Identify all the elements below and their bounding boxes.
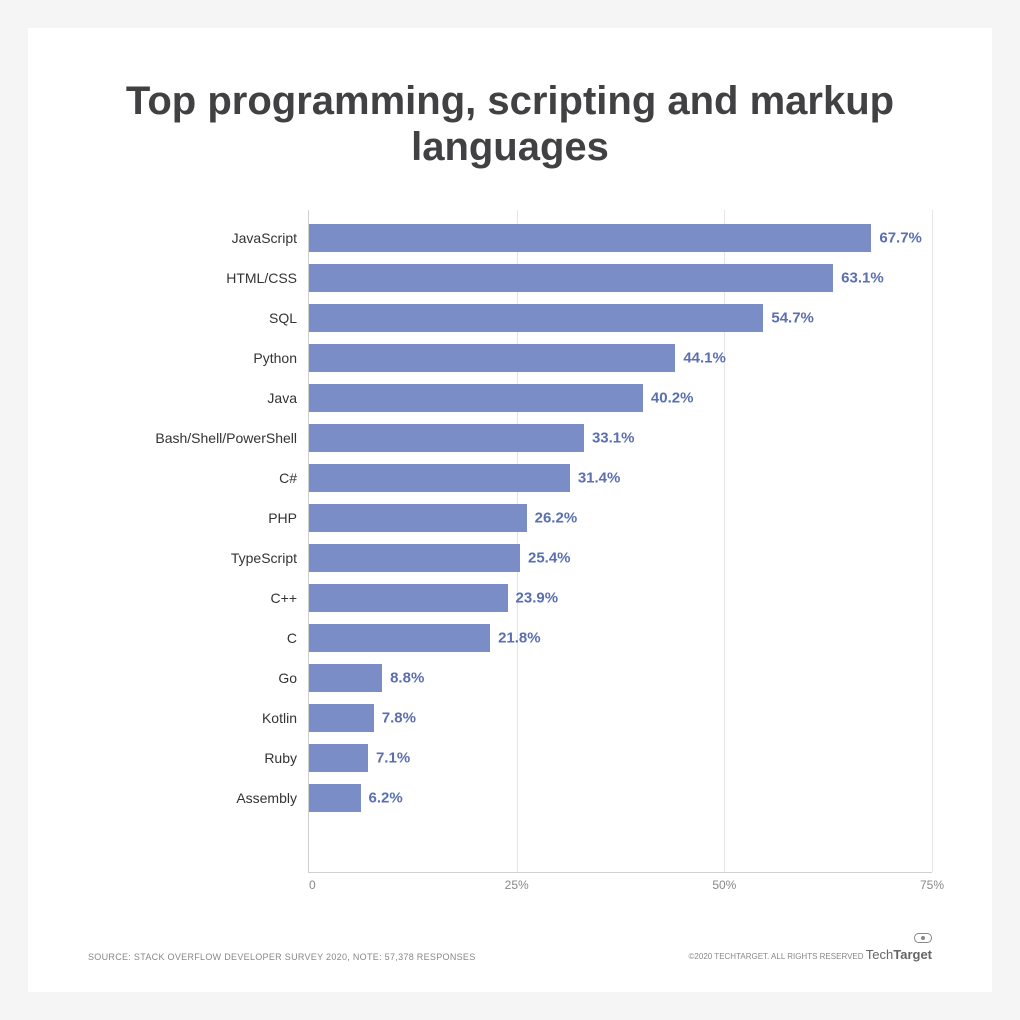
chart-title: Top programming, scripting and markup la…	[88, 78, 932, 170]
category-label: PHP	[268, 510, 309, 526]
x-tick: 50%	[712, 878, 736, 892]
bar-value-label: 31.4%	[570, 470, 621, 487]
x-axis-ticks: 025%50%75%	[309, 872, 932, 902]
bars-container: JavaScript67.7%HTML/CSS63.1%SQL54.7%Pyth…	[309, 210, 932, 826]
copyright-text: ©2020 TECHTARGET. ALL RIGHTS RESERVED	[689, 952, 864, 961]
bar-value-label: 7.8%	[374, 710, 416, 727]
bar-row: Go8.8%	[309, 658, 932, 698]
category-label: Go	[278, 670, 309, 686]
category-label: SQL	[269, 310, 309, 326]
bar-row: PHP26.2%	[309, 498, 932, 538]
plot-area: JavaScript67.7%HTML/CSS63.1%SQL54.7%Pyth…	[308, 210, 932, 873]
bar: 67.7%	[309, 224, 871, 252]
bar-row: TypeScript25.4%	[309, 538, 932, 578]
bar-value-label: 33.1%	[584, 430, 635, 447]
bar-value-label: 40.2%	[643, 390, 694, 407]
gridline	[932, 210, 933, 872]
copyright-block: ©2020 TECHTARGET. ALL RIGHTS RESERVED Te…	[689, 933, 932, 962]
category-label: C	[287, 630, 309, 646]
bar-value-label: 6.2%	[361, 790, 403, 807]
category-label: C#	[279, 470, 309, 486]
bar: 63.1%	[309, 264, 833, 292]
bar: 40.2%	[309, 384, 643, 412]
category-label: Java	[267, 390, 309, 406]
bar: 31.4%	[309, 464, 570, 492]
bar-row: JavaScript67.7%	[309, 218, 932, 258]
category-label: Python	[253, 350, 309, 366]
chart-area: JavaScript67.7%HTML/CSS63.1%SQL54.7%Pyth…	[88, 210, 932, 913]
bar: 7.1%	[309, 744, 368, 772]
bar-row: C21.8%	[309, 618, 932, 658]
bar-row: Kotlin7.8%	[309, 698, 932, 738]
bar: 54.7%	[309, 304, 763, 332]
bar-value-label: 23.9%	[508, 590, 559, 607]
bar-value-label: 44.1%	[675, 350, 726, 367]
bar-row: Bash/Shell/PowerShell33.1%	[309, 418, 932, 458]
bar-row: Ruby7.1%	[309, 738, 932, 778]
category-label: HTML/CSS	[226, 270, 309, 286]
bar-row: Python44.1%	[309, 338, 932, 378]
bar: 25.4%	[309, 544, 520, 572]
bar-row: SQL54.7%	[309, 298, 932, 338]
bar-value-label: 54.7%	[763, 310, 814, 327]
bar: 21.8%	[309, 624, 490, 652]
bar-value-label: 63.1%	[833, 270, 884, 287]
bar-value-label: 26.2%	[527, 510, 578, 527]
category-label: Kotlin	[262, 710, 309, 726]
chart-footer: SOURCE: STACK OVERFLOW DEVELOPER SURVEY …	[88, 933, 932, 962]
bar-row: C#31.4%	[309, 458, 932, 498]
category-label: C++	[271, 590, 309, 606]
x-tick: 75%	[920, 878, 944, 892]
category-label: TypeScript	[231, 550, 309, 566]
techtarget-logo: TechTarget	[866, 947, 932, 962]
bar-value-label: 7.1%	[368, 750, 410, 767]
category-label: Assembly	[236, 790, 309, 806]
bar: 44.1%	[309, 344, 675, 372]
bar-value-label: 21.8%	[490, 630, 541, 647]
source-note: SOURCE: STACK OVERFLOW DEVELOPER SURVEY …	[88, 952, 476, 962]
chart-card: Top programming, scripting and markup la…	[28, 28, 992, 992]
bar-row: Java40.2%	[309, 378, 932, 418]
category-label: Bash/Shell/PowerShell	[155, 430, 309, 446]
x-tick: 0	[309, 878, 316, 892]
category-label: Ruby	[264, 750, 309, 766]
bar-row: HTML/CSS63.1%	[309, 258, 932, 298]
bar-value-label: 67.7%	[871, 230, 922, 247]
bar-value-label: 8.8%	[382, 670, 424, 687]
bar-row: Assembly6.2%	[309, 778, 932, 818]
bar: 33.1%	[309, 424, 584, 452]
eye-icon	[914, 933, 932, 943]
bar-row: C++23.9%	[309, 578, 932, 618]
bar: 8.8%	[309, 664, 382, 692]
bar-value-label: 25.4%	[520, 550, 571, 567]
bar: 7.8%	[309, 704, 374, 732]
bar: 26.2%	[309, 504, 527, 532]
category-label: JavaScript	[232, 230, 309, 246]
bar: 6.2%	[309, 784, 361, 812]
x-tick: 25%	[505, 878, 529, 892]
bar: 23.9%	[309, 584, 508, 612]
